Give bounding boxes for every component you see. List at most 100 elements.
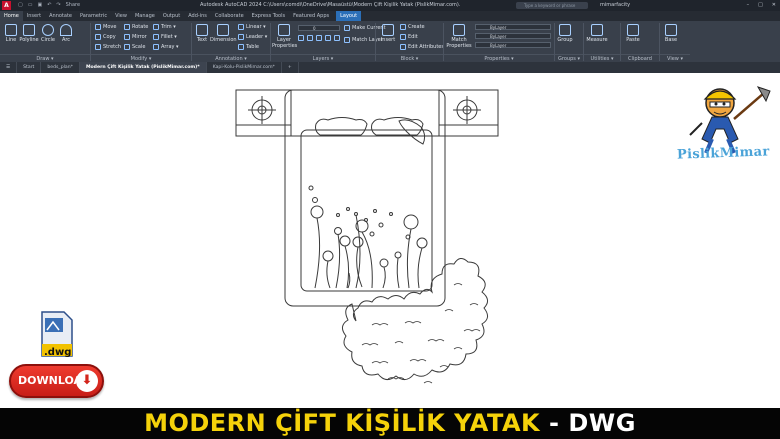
doc-tab-start[interactable]: Start — [17, 62, 42, 73]
base-view-icon — [665, 24, 677, 36]
group-tool[interactable]: Group — [556, 24, 574, 43]
layer-dropdown[interactable]: 0 — [298, 25, 340, 31]
share-button[interactable]: Share — [66, 0, 80, 11]
tab-layout[interactable]: Layout — [336, 11, 362, 21]
layer-lock-icon[interactable] — [325, 35, 331, 41]
panel-clipboard[interactable]: Clipboard — [621, 54, 659, 62]
panel-view[interactable]: View ▾ — [660, 54, 690, 62]
insert-tool[interactable]: Insert — [379, 24, 397, 43]
match-layer-button[interactable]: Match Layer — [344, 37, 383, 43]
search-input[interactable]: Type a keyword or phrase — [516, 2, 588, 9]
doc-tab-beds-plan[interactable]: beds_plan* — [41, 62, 80, 73]
minimize-icon[interactable]: – — [747, 0, 750, 11]
tab-manage[interactable]: Manage — [131, 11, 159, 21]
layer-properties-icon — [278, 24, 290, 36]
trim-button[interactable]: Trim ▾ — [153, 24, 176, 30]
linetype-dropdown[interactable]: ByLayer — [475, 33, 551, 39]
panel-block[interactable]: Block ▾ — [376, 54, 443, 62]
lamp-right-icon — [453, 96, 481, 124]
panel-groups[interactable]: Groups ▾ — [555, 54, 583, 62]
circle-tool[interactable]: Circle — [40, 24, 56, 43]
drawing-canvas[interactable]: PislikMimar .dwg DOWNLOAD ⬇ — [0, 73, 780, 408]
dwg-label: .dwg — [44, 347, 72, 358]
doc-tab-kapi-kolu[interactable]: Kapi-Kolu-PislikMimar.com* — [207, 62, 282, 73]
stretch-button[interactable]: Stretch — [95, 44, 121, 50]
autocad-logo-icon[interactable]: A — [2, 1, 11, 10]
bed-frame — [284, 89, 446, 307]
layer-isolate-icon[interactable] — [307, 35, 313, 41]
menu-icon[interactable]: ☰ — [0, 62, 18, 73]
tab-insert[interactable]: Insert — [23, 11, 45, 21]
stretch-icon — [95, 44, 101, 50]
undo-icon[interactable]: ↶ — [47, 0, 51, 11]
layer-tools-row — [298, 35, 340, 41]
move-button[interactable]: Move — [95, 24, 116, 30]
tab-collaborate[interactable]: Collaborate — [211, 11, 248, 21]
doc-tab-modern-yatak[interactable]: Modern Çift Kişilik Yatak (PislikMimar.c… — [79, 62, 207, 73]
user-name[interactable]: mimarfacity — [600, 0, 630, 11]
edit-block-button[interactable]: Edit — [400, 34, 418, 40]
layer-freeze-icon[interactable] — [316, 35, 322, 41]
ribbon-tabs: Home Insert Annotate Parametric View Man… — [0, 11, 780, 21]
edit-attributes-button[interactable]: Edit Attributes — [400, 44, 444, 50]
text-tool[interactable]: Text — [194, 24, 210, 43]
measure-label: Measure — [586, 37, 608, 43]
base-view-tool[interactable]: Base — [662, 24, 680, 43]
scale-button[interactable]: Scale — [124, 44, 145, 50]
match-properties-icon — [453, 24, 465, 36]
layer-unlock-icon[interactable] — [334, 35, 340, 41]
pillow-right — [371, 117, 424, 136]
match-properties-tool[interactable]: Match Properties — [446, 24, 472, 49]
bed-plan-drawing — [235, 89, 499, 384]
polyline-tool[interactable]: Polyline — [18, 24, 40, 43]
panel-annotation[interactable]: Annotation ▾ — [192, 54, 270, 62]
arc-tool[interactable]: Arc — [58, 24, 74, 43]
tab-parametric[interactable]: Parametric — [76, 11, 111, 21]
mirror-button[interactable]: Mirror — [124, 34, 147, 40]
redo-icon[interactable]: ↷ — [56, 0, 60, 11]
maximize-icon[interactable]: □ — [758, 0, 763, 11]
measure-icon — [591, 24, 603, 36]
download-button[interactable]: DOWNLOAD ⬇ — [9, 364, 104, 398]
tab-view[interactable]: View — [111, 11, 131, 21]
banner-suffix: - DWG — [540, 409, 636, 437]
tab-featured-apps[interactable]: Featured Apps — [289, 11, 333, 21]
tab-express-tools[interactable]: Express Tools — [248, 11, 289, 21]
dimension-tool[interactable]: Dimension — [210, 24, 237, 43]
panel-utilities[interactable]: Utilities ▾ — [584, 54, 620, 62]
panel-modify[interactable]: Modify ▾ — [91, 54, 191, 62]
fillet-button[interactable]: Fillet ▾ — [153, 34, 177, 40]
lineweight-dropdown[interactable]: ByLayer — [475, 42, 551, 48]
open-file-icon[interactable]: ▭ — [28, 0, 33, 11]
close-icon[interactable]: ✕ — [772, 0, 776, 11]
group-label: Group — [557, 37, 573, 43]
create-block-button[interactable]: Create — [400, 24, 425, 30]
table-button[interactable]: Table — [238, 44, 259, 50]
layer-properties-tool[interactable]: Layer Properties — [272, 24, 297, 49]
save-icon[interactable]: ▣ — [37, 0, 42, 11]
panel-properties[interactable]: Properties ▾ — [444, 54, 554, 62]
panel-draw[interactable]: Draw ▾ — [0, 54, 90, 62]
lamp-left-icon — [248, 96, 276, 124]
tab-home[interactable]: Home — [0, 11, 23, 21]
tab-output[interactable]: Output — [159, 11, 184, 21]
leader-button[interactable]: Leader ▾ — [238, 34, 267, 40]
panel-layers[interactable]: Layers ▾ — [271, 54, 375, 62]
new-file-icon[interactable]: ▢ — [18, 0, 23, 11]
paste-tool[interactable]: Paste — [624, 24, 642, 43]
rug-texture — [361, 283, 481, 384]
trim-icon — [153, 24, 159, 30]
copy-button[interactable]: Copy — [95, 34, 116, 40]
linear-button[interactable]: Linear ▾ — [238, 24, 266, 30]
tab-add-ins[interactable]: Add-ins — [184, 11, 211, 21]
insert-label: Insert — [380, 37, 396, 43]
array-button[interactable]: Array ▾ — [153, 44, 179, 50]
rotate-button[interactable]: Rotate — [124, 24, 148, 30]
new-tab-button[interactable]: + — [282, 62, 299, 73]
color-dropdown[interactable]: ByLayer — [475, 24, 551, 30]
tab-annotate[interactable]: Annotate — [45, 11, 76, 21]
measure-tool[interactable]: Measure — [586, 24, 608, 43]
layer-off-icon[interactable] — [298, 35, 304, 41]
text-icon — [196, 24, 208, 36]
polyline-icon — [23, 24, 35, 36]
